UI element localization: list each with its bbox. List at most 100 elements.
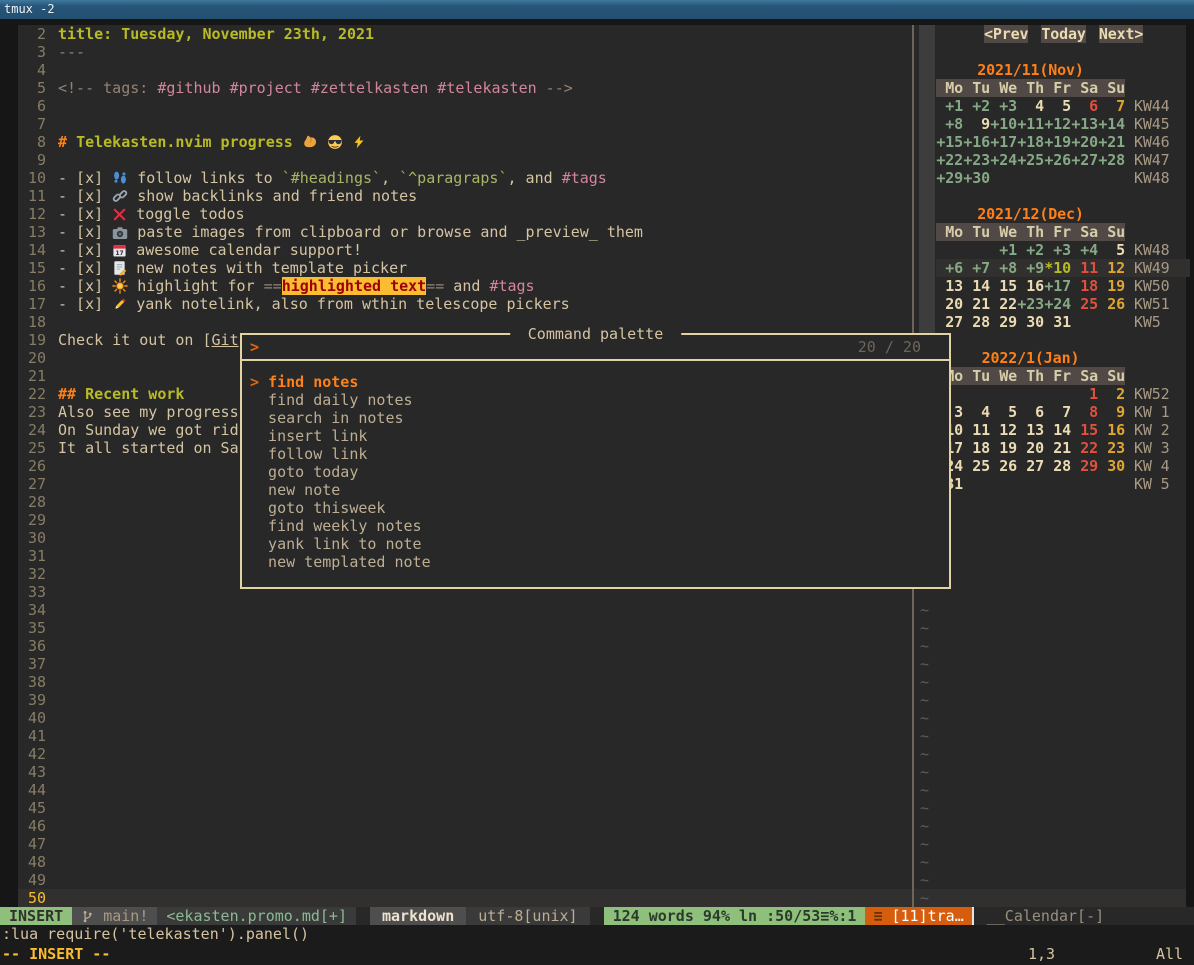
editor-line[interactable]: 40 xyxy=(18,709,1186,727)
calendar-day[interactable]: 6 xyxy=(1071,97,1098,115)
calendar-day[interactable]: +3 xyxy=(990,97,1017,115)
calendar-day[interactable]: +27 xyxy=(1071,151,1098,169)
calendar-day[interactable]: +9 xyxy=(1017,259,1044,277)
calendar-day[interactable]: +15 xyxy=(936,133,963,151)
calendar-day[interactable]: +2 xyxy=(963,97,990,115)
calendar-day[interactable]: 21 xyxy=(1044,439,1071,457)
editor-line[interactable]: 38 xyxy=(18,673,1186,691)
calendar-day[interactable]: +23 xyxy=(1017,295,1044,313)
palette-item[interactable]: find daily notes xyxy=(242,391,949,409)
calendar-day[interactable]: +17 xyxy=(1044,277,1071,295)
calendar-day[interactable]: 15 xyxy=(1071,421,1098,439)
calendar-day[interactable]: 26 xyxy=(1098,295,1125,313)
calendar-day[interactable]: 13 xyxy=(936,277,963,295)
calendar-day[interactable]: +21 xyxy=(1098,133,1125,151)
calendar-today-button[interactable]: Today xyxy=(1041,25,1085,43)
calendar-day[interactable]: 28 xyxy=(1044,457,1071,475)
calendar-day[interactable]: 25 xyxy=(963,457,990,475)
calendar-day[interactable]: 9 xyxy=(963,115,990,133)
editor-line[interactable]: 45 xyxy=(18,799,1186,817)
calendar-day[interactable]: +8 xyxy=(936,115,963,133)
calendar-day[interactable]: *10 xyxy=(1044,259,1071,277)
calendar-day[interactable]: 29 xyxy=(1071,457,1098,475)
calendar-day[interactable]: 5 xyxy=(990,403,1017,421)
calendar-day[interactable]: 27 xyxy=(936,313,963,331)
calendar-day[interactable]: 6 xyxy=(1017,403,1044,421)
calendar-day[interactable]: 5 xyxy=(1044,97,1071,115)
calendar-day[interactable]: +22 xyxy=(936,151,963,169)
palette-item[interactable]: new templated note xyxy=(242,553,949,571)
calendar-day[interactable]: 7 xyxy=(1044,403,1071,421)
calendar-day[interactable]: +16 xyxy=(963,133,990,151)
calendar-day[interactable]: 7 xyxy=(1098,97,1125,115)
calendar-day[interactable]: +17 xyxy=(990,133,1017,151)
calendar-day[interactable]: +24 xyxy=(990,151,1017,169)
palette-item[interactable]: yank link to note xyxy=(242,535,949,553)
calendar-day[interactable]: +28 xyxy=(1098,151,1125,169)
calendar-day[interactable]: 25 xyxy=(1071,295,1098,313)
calendar-day[interactable]: +8 xyxy=(990,259,1017,277)
calendar-day[interactable]: 22 xyxy=(1071,439,1098,457)
editor-line[interactable]: 41 xyxy=(18,727,1186,745)
calendar-day[interactable]: 18 xyxy=(1071,277,1098,295)
calendar-day[interactable]: 12 xyxy=(990,421,1017,439)
editor-line[interactable]: 44 xyxy=(18,781,1186,799)
calendar-day[interactable]: 4 xyxy=(1017,97,1044,115)
calendar-day[interactable]: +18 xyxy=(1017,133,1044,151)
calendar-day[interactable]: +12 xyxy=(1044,115,1071,133)
calendar-next-button[interactable]: Next> xyxy=(1099,25,1143,43)
calendar-day[interactable]: 12 xyxy=(1098,259,1125,277)
calendar-day[interactable]: 2 xyxy=(1098,385,1125,403)
calendar-day[interactable]: 13 xyxy=(1017,421,1044,439)
calendar-day[interactable]: 16 xyxy=(1017,277,1044,295)
editor-line[interactable]: 46 xyxy=(18,817,1186,835)
calendar-day[interactable]: 23 xyxy=(1098,439,1125,457)
calendar-day[interactable]: 30 xyxy=(1098,457,1125,475)
palette-item[interactable]: goto today xyxy=(242,463,949,481)
calendar-day[interactable]: 31 xyxy=(1044,313,1071,331)
calendar-day[interactable]: +2 xyxy=(1017,241,1044,259)
calendar-day[interactable]: 22 xyxy=(990,295,1017,313)
calendar-day[interactable]: +24 xyxy=(1044,295,1071,313)
calendar-pane[interactable]: <PrevTodayNext>2021/11(Nov)MoTuWeThFrSaS… xyxy=(936,25,1190,493)
calendar-day[interactable]: 29 xyxy=(990,313,1017,331)
calendar-prev-button[interactable]: <Prev xyxy=(984,25,1028,43)
calendar-day[interactable]: 11 xyxy=(963,421,990,439)
calendar-day[interactable]: 21 xyxy=(963,295,990,313)
palette-item[interactable]: find weekly notes xyxy=(242,517,949,535)
editor-line[interactable]: 39 xyxy=(18,691,1186,709)
calendar-day[interactable]: +6 xyxy=(936,259,963,277)
calendar-day[interactable]: 11 xyxy=(1071,259,1098,277)
calendar-day[interactable]: +4 xyxy=(1071,241,1098,259)
calendar-day[interactable]: +3 xyxy=(1044,241,1071,259)
calendar-day[interactable]: +30 xyxy=(963,169,990,187)
calendar-day[interactable]: 15 xyxy=(990,277,1017,295)
calendar-day[interactable]: 18 xyxy=(963,439,990,457)
calendar-day[interactable]: 26 xyxy=(990,457,1017,475)
calendar-day[interactable]: 9 xyxy=(1098,403,1125,421)
scrollbar-thumb[interactable] xyxy=(919,25,935,333)
calendar-day[interactable]: 14 xyxy=(1044,421,1071,439)
calendar-day[interactable]: +19 xyxy=(1044,133,1071,151)
editor-line[interactable]: 37 xyxy=(18,655,1186,673)
editor-line[interactable]: 49 xyxy=(18,871,1186,889)
calendar-day[interactable]: +1 xyxy=(936,97,963,115)
editor-line[interactable]: 42 xyxy=(18,745,1186,763)
calendar-day[interactable]: 4 xyxy=(963,403,990,421)
ex-command[interactable]: :lua require('telekasten').panel() xyxy=(2,925,309,943)
palette-item[interactable]: new note xyxy=(242,481,949,499)
calendar-day[interactable]: 1 xyxy=(1071,385,1098,403)
palette-item[interactable]: search in notes xyxy=(242,409,949,427)
calendar-day[interactable]: +26 xyxy=(1044,151,1071,169)
editor-line[interactable]: 36 xyxy=(18,637,1186,655)
calendar-day[interactable]: +25 xyxy=(1017,151,1044,169)
calendar-day[interactable]: 19 xyxy=(1098,277,1125,295)
calendar-day[interactable]: 19 xyxy=(990,439,1017,457)
calendar-day[interactable]: 27 xyxy=(1017,457,1044,475)
palette-item[interactable]: > find notes xyxy=(242,373,949,391)
calendar-day[interactable]: 20 xyxy=(936,295,963,313)
editor-line[interactable]: 43 xyxy=(18,763,1186,781)
calendar-day[interactable]: +13 xyxy=(1071,115,1098,133)
palette-item[interactable]: goto thisweek xyxy=(242,499,949,517)
calendar-day[interactable]: 28 xyxy=(963,313,990,331)
